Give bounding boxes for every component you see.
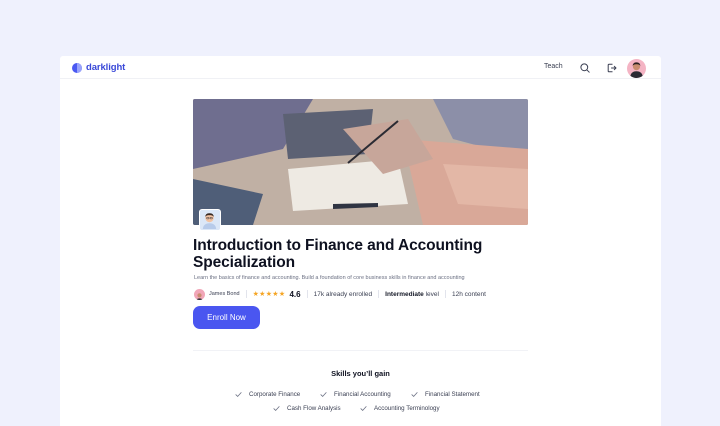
- author-thumbnail: [199, 209, 221, 231]
- course-title: Introduction to Finance and Accounting S…: [193, 237, 533, 271]
- brand-logo-icon: [72, 62, 82, 73]
- skill-label: Accounting Terminology: [374, 405, 440, 412]
- course-title-line-1: Introduction to Finance and Accounting: [193, 237, 483, 254]
- course-hero-image: [193, 99, 528, 225]
- level-value: Intermediate: [385, 290, 424, 298]
- search-icon[interactable]: [579, 62, 591, 74]
- section-divider: [193, 350, 528, 351]
- top-navbar: darklight Teach: [60, 56, 661, 79]
- meta-divider: [378, 290, 380, 298]
- skill-label: Corporate Finance: [249, 391, 301, 398]
- logout-icon[interactable]: [606, 62, 618, 74]
- check-icon: [360, 406, 367, 411]
- enrolled-count: 17k already enrolled: [313, 290, 373, 298]
- enroll-now-button[interactable]: Enroll Now: [193, 306, 260, 329]
- nav-teach-link[interactable]: Teach: [544, 63, 563, 70]
- skill-item: Financial Accounting: [320, 391, 391, 398]
- skill-item: Corporate Finance: [235, 391, 300, 398]
- check-icon: [235, 392, 242, 397]
- meta-divider: [444, 290, 446, 298]
- author-avatar[interactable]: [194, 288, 205, 300]
- course-level: Intermediate level: [385, 291, 439, 298]
- course-meta: James Bond ★★★★★ 4.6 17k already enrolle…: [194, 288, 486, 300]
- rating-stars: ★★★★★: [252, 291, 286, 298]
- level-suffix: level: [425, 290, 439, 298]
- user-avatar[interactable]: [627, 59, 646, 78]
- brand[interactable]: darklight: [72, 62, 125, 73]
- skills-heading: Skills you’ll gain: [331, 369, 390, 378]
- meta-divider: [245, 290, 247, 298]
- course-subtitle: Learn the basics of finance and accounti…: [194, 275, 465, 281]
- meta-divider: [306, 290, 308, 298]
- skill-label: Financial Statement: [425, 391, 480, 398]
- content-duration: 12h content: [451, 290, 486, 298]
- course-page: darklight Teach Introduction to Finance …: [60, 56, 661, 426]
- rating-value: 4.6: [289, 289, 301, 299]
- skill-item: Accounting Terminology: [360, 405, 440, 412]
- author-name[interactable]: James Bond: [209, 291, 240, 297]
- check-icon: [320, 392, 327, 397]
- skill-label: Cash Flow Analysis: [287, 405, 341, 412]
- brand-name: darklight: [86, 62, 126, 73]
- skill-item: Cash Flow Analysis: [273, 405, 341, 412]
- skill-label: Financial Accounting: [334, 391, 391, 398]
- skill-item: Financial Statement: [411, 391, 480, 398]
- check-icon: [411, 392, 418, 397]
- course-title-line-2: Specialization: [193, 254, 295, 271]
- check-icon: [273, 406, 280, 411]
